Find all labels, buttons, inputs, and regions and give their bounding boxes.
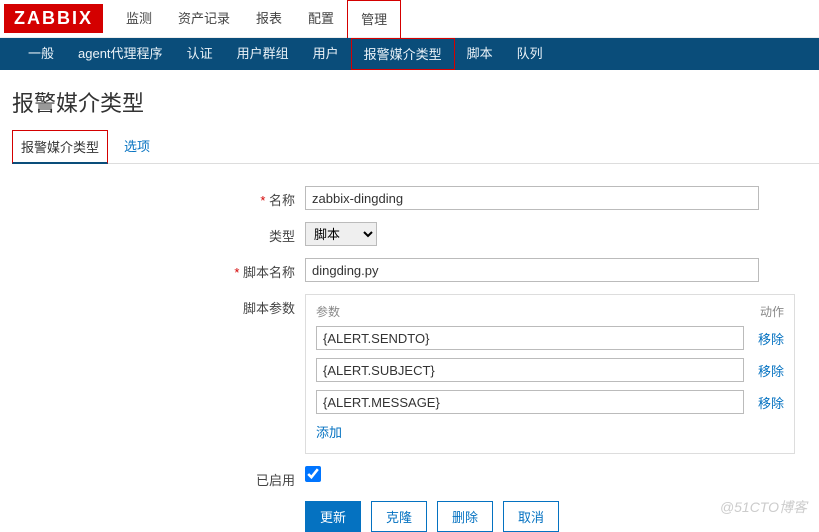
tab-options[interactable]: 选项 bbox=[116, 130, 158, 163]
topnav-inventory[interactable]: 资产记录 bbox=[165, 0, 243, 38]
remove-param-0[interactable]: 移除 bbox=[758, 329, 784, 348]
clone-button[interactable]: 克隆 bbox=[371, 501, 427, 532]
update-button[interactable]: 更新 bbox=[305, 501, 361, 532]
param-input-2[interactable] bbox=[316, 390, 744, 414]
param-row: 移除 bbox=[316, 358, 784, 382]
topnav-monitor[interactable]: 监测 bbox=[113, 0, 165, 38]
tab-mediatype[interactable]: 报警媒介类型 bbox=[12, 130, 108, 164]
params-header-name: 参数 bbox=[316, 303, 340, 320]
name-input[interactable] bbox=[305, 186, 759, 210]
top-nav: ZABBIX 监测 资产记录 报表 配置 管理 bbox=[0, 0, 819, 38]
label-enabled: 已启用 bbox=[0, 466, 305, 489]
param-input-1[interactable] bbox=[316, 358, 744, 382]
param-input-0[interactable] bbox=[316, 326, 744, 350]
delete-button[interactable]: 删除 bbox=[437, 501, 493, 532]
subnav-usergroups[interactable]: 用户群组 bbox=[225, 38, 301, 70]
page-title: 报警媒介类型 bbox=[12, 86, 819, 118]
topnav-admin[interactable]: 管理 bbox=[347, 0, 401, 38]
remove-param-2[interactable]: 移除 bbox=[758, 393, 784, 412]
topnav-reports[interactable]: 报表 bbox=[243, 0, 295, 38]
cancel-button[interactable]: 取消 bbox=[503, 501, 559, 532]
script-name-input[interactable] bbox=[305, 258, 759, 282]
label-script-name: 脚本名称 bbox=[0, 258, 305, 281]
watermark: @51CTO博客 bbox=[720, 497, 807, 517]
label-type: 类型 bbox=[0, 222, 305, 245]
logo: ZABBIX bbox=[4, 4, 103, 33]
subnav-queue[interactable]: 队列 bbox=[505, 38, 555, 70]
topnav-config[interactable]: 配置 bbox=[295, 0, 347, 38]
remove-param-1[interactable]: 移除 bbox=[758, 361, 784, 380]
params-header-action: 动作 bbox=[760, 303, 784, 320]
subnav-users[interactable]: 用户 bbox=[301, 38, 351, 70]
subnav-general[interactable]: 一般 bbox=[16, 38, 66, 70]
param-row: 移除 bbox=[316, 390, 784, 414]
param-row: 移除 bbox=[316, 326, 784, 350]
sub-nav: 一般 agent代理程序 认证 用户群组 用户 报警媒介类型 脚本 队列 bbox=[0, 38, 819, 70]
label-script-params: 脚本参数 bbox=[0, 294, 305, 317]
form-tabs: 报警媒介类型 选项 bbox=[12, 130, 819, 164]
enabled-checkbox[interactable] bbox=[305, 466, 321, 482]
type-select[interactable]: 脚本 bbox=[305, 222, 377, 246]
subnav-auth[interactable]: 认证 bbox=[175, 38, 225, 70]
subnav-scripts[interactable]: 脚本 bbox=[455, 38, 505, 70]
add-param[interactable]: 添加 bbox=[316, 425, 342, 440]
label-name: 名称 bbox=[0, 186, 305, 209]
script-params-box: 参数 动作 移除 移除 移除 添加 bbox=[305, 294, 795, 454]
subnav-proxies[interactable]: agent代理程序 bbox=[66, 38, 175, 70]
mediatype-form: 名称 类型 脚本 脚本名称 脚本参数 参数 动作 bbox=[0, 186, 819, 532]
